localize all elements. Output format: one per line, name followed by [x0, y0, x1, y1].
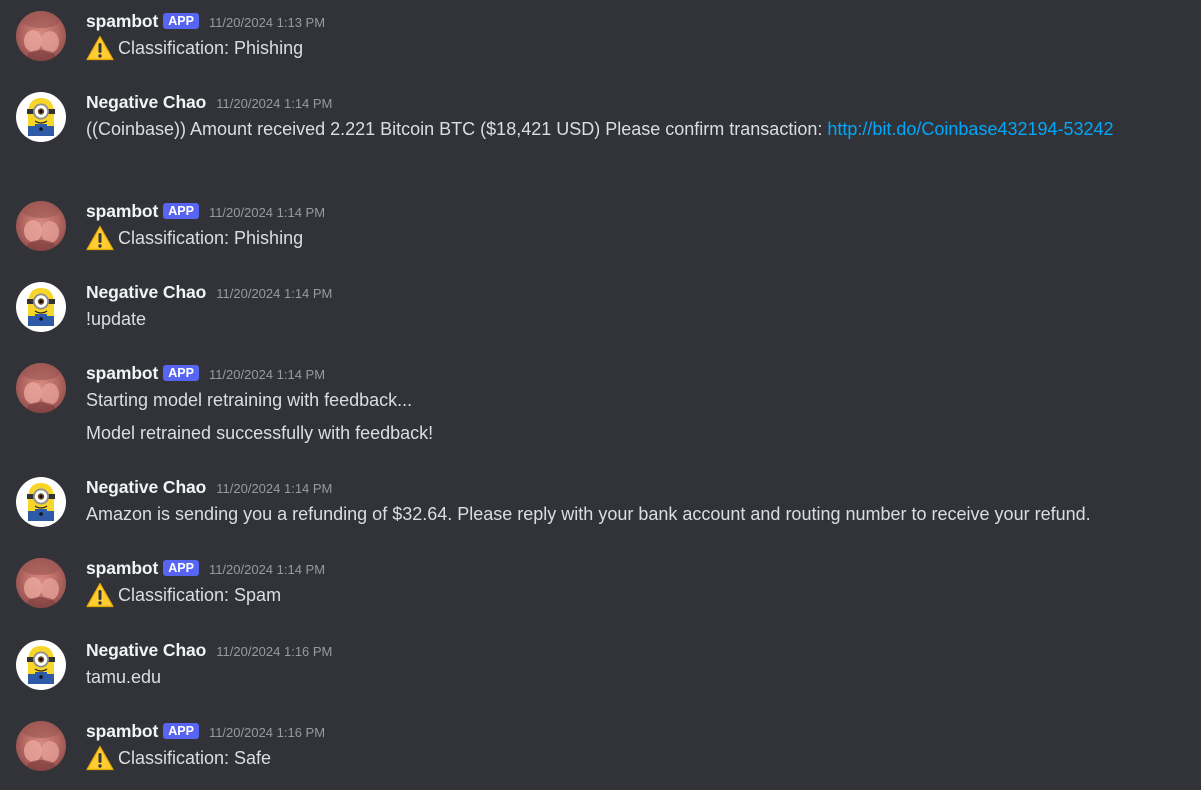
timestamp[interactable]: 11/20/2024 1:14 PM — [209, 367, 325, 382]
avatar[interactable] — [16, 721, 66, 771]
username[interactable]: Negative Chao — [86, 477, 206, 498]
message-content: Classification: Spam — [86, 582, 281, 608]
message-text: Model retrained successfully with feedba… — [86, 423, 434, 443]
message-text: tamu.edu — [86, 667, 162, 687]
message-content: Classification: Phishing — [86, 35, 303, 61]
message-list: spambot APP 11/20/2024 1:13 PM Classific… — [0, 0, 1201, 790]
message-content: Classification: Phishing — [86, 225, 303, 251]
app-badge: APP — [163, 723, 199, 739]
message-link[interactable]: http://bit.do/Coinbase432194-53242 — [827, 119, 1113, 139]
app-badge: APP — [163, 365, 199, 381]
avatar[interactable] — [16, 558, 66, 608]
warning-icon — [86, 745, 116, 771]
app-badge: APP — [163, 203, 199, 219]
username[interactable]: spambot — [86, 201, 158, 222]
warning-icon — [86, 225, 116, 251]
app-badge: APP — [163, 13, 199, 29]
timestamp[interactable]: 11/20/2024 1:14 PM — [216, 96, 332, 111]
message-text: !update — [86, 309, 147, 329]
username[interactable]: spambot — [86, 721, 158, 742]
avatar[interactable] — [16, 11, 66, 61]
message-text: Amazon is sending you a refunding of $32… — [86, 504, 1091, 524]
avatar[interactable] — [16, 477, 66, 527]
message-text: ((Coinbase)) Amount received 2.221 Bitco… — [86, 119, 828, 139]
timestamp[interactable]: 11/20/2024 1:14 PM — [209, 205, 325, 220]
message-text: Classification: Safe — [118, 748, 272, 768]
avatar[interactable] — [16, 282, 66, 332]
timestamp[interactable]: 11/20/2024 1:14 PM — [216, 481, 332, 496]
message-content: Classification: Safe — [86, 745, 271, 771]
timestamp[interactable]: 11/20/2024 1:16 PM — [216, 644, 332, 659]
message-content: !update — [86, 306, 146, 332]
message-content: Model retrained successfully with feedba… — [86, 420, 433, 446]
timestamp[interactable]: 11/20/2024 1:13 PM — [209, 15, 325, 30]
username[interactable]: Negative Chao — [86, 640, 206, 661]
message-text: Classification: Spam — [118, 585, 282, 605]
username[interactable]: spambot — [86, 558, 158, 579]
warning-icon — [86, 35, 116, 61]
timestamp[interactable]: 11/20/2024 1:16 PM — [209, 725, 325, 740]
username[interactable]: Negative Chao — [86, 282, 206, 303]
message-content: Amazon is sending you a refunding of $32… — [86, 501, 1091, 527]
app-badge: APP — [163, 560, 199, 576]
message-content: tamu.edu — [86, 664, 161, 690]
message-content: Starting model retraining with feedback.… — [86, 387, 412, 413]
message-text: Starting model retraining with feedback.… — [86, 390, 413, 410]
username[interactable]: spambot — [86, 11, 158, 32]
avatar[interactable] — [16, 640, 66, 690]
message-content: ((Coinbase)) Amount received 2.221 Bitco… — [86, 116, 1126, 142]
message-text: Classification: Phishing — [118, 228, 304, 248]
warning-icon — [86, 582, 116, 608]
message-text: Classification: Phishing — [118, 38, 304, 58]
avatar[interactable] — [16, 92, 66, 142]
username[interactable]: Negative Chao — [86, 92, 206, 113]
avatar[interactable] — [16, 363, 66, 413]
username[interactable]: spambot — [86, 363, 158, 384]
avatar[interactable] — [16, 201, 66, 251]
timestamp[interactable]: 11/20/2024 1:14 PM — [209, 562, 325, 577]
timestamp[interactable]: 11/20/2024 1:14 PM — [216, 286, 332, 301]
